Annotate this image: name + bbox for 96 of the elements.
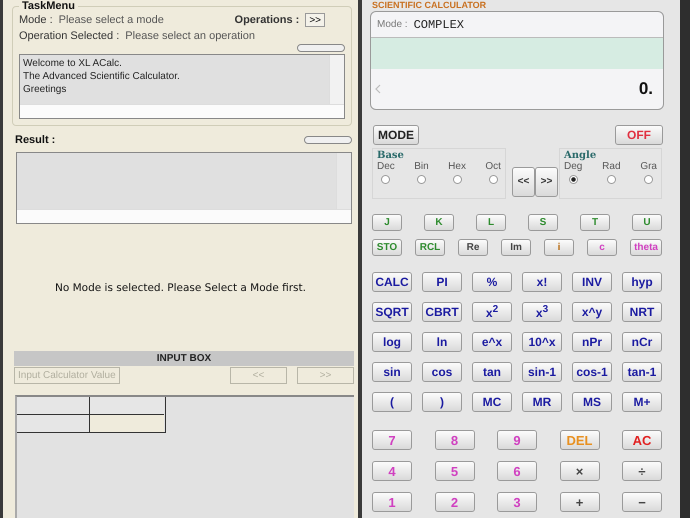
calculator-key[interactable]: ) [422, 392, 462, 412]
calculator-key[interactable]: cos-1 [572, 362, 612, 382]
operation-label: Operation Selected : [19, 30, 120, 42]
calculator-key[interactable]: tan-1 [622, 362, 662, 382]
off-button[interactable]: OFF [615, 125, 663, 145]
calculator-key[interactable]: INV [572, 272, 612, 292]
radio-button[interactable] [416, 175, 426, 184]
calculator-key[interactable]: hyp [622, 272, 662, 292]
calculator-key[interactable]: x^y [572, 302, 612, 322]
status-message: No Mode is selected. Please Select a Mode first. [54, 282, 306, 294]
calculator-key[interactable]: − [622, 492, 662, 512]
calculator-key[interactable]: × [560, 461, 600, 481]
input-grid[interactable] [15, 395, 354, 518]
radio-button[interactable] [606, 175, 616, 184]
vertical-scrollbar[interactable] [336, 153, 351, 209]
input-box-header: INPUT BOX [14, 351, 354, 366]
radio-button[interactable] [381, 175, 390, 184]
operations-button[interactable]: >> [305, 13, 325, 27]
calculator-key[interactable]: x! [522, 272, 562, 292]
result-box[interactable] [16, 152, 352, 224]
radio-button[interactable] [644, 175, 654, 184]
calculator-key[interactable]: CBRT [422, 302, 462, 322]
horizontal-scrollbar[interactable] [20, 104, 344, 118]
shift-button[interactable]: >> [535, 166, 558, 196]
mode-label: Mode : [377, 19, 408, 30]
grid-cell[interactable] [90, 397, 164, 415]
grid-cell[interactable] [17, 397, 90, 415]
log-line: Greetings [23, 83, 68, 96]
radio-button[interactable] [568, 175, 578, 184]
radio-option[interactable]: Hex [448, 161, 466, 184]
scroll-left-icon [375, 84, 381, 94]
result-label: Result : [15, 134, 56, 146]
log-line: The Advanced Scientific Calculator. [23, 70, 181, 83]
calculator-key[interactable]: CALC [372, 272, 412, 292]
operation-value: Please select an operation [125, 30, 255, 42]
calculator-key[interactable]: sin [372, 362, 412, 382]
calculator-key[interactable]: MC [472, 392, 512, 412]
calculator-key[interactable]: e^x [472, 332, 512, 352]
radio-option[interactable]: Bin [414, 161, 429, 184]
group-title: Angle [564, 150, 596, 161]
collapse-button[interactable] [297, 44, 345, 52]
calculator-key[interactable]: tan [472, 362, 512, 382]
calculator-key[interactable]: nCr [622, 332, 662, 352]
mode-label: Mode : [19, 14, 53, 26]
calculator-key[interactable]: L [476, 214, 506, 231]
calculator-key[interactable]: 10^x [522, 332, 562, 352]
display-value: 0. [638, 79, 653, 99]
calculator-key[interactable]: + [560, 492, 600, 512]
calculator-key[interactable]: log [372, 332, 412, 352]
calculator-key[interactable]: NRT [622, 302, 662, 322]
calculator-key[interactable]: T [580, 214, 610, 231]
panel-title: TaskMenu [21, 0, 76, 12]
calculator-key[interactable]: ln [422, 332, 462, 352]
calculator-key[interactable]: ÷ [622, 461, 662, 481]
calculator-key[interactable]: RCL [415, 239, 446, 256]
group-title: Base [377, 150, 404, 161]
operations-label: Operations : [234, 14, 300, 26]
radio-option[interactable]: Deg [564, 161, 582, 184]
radio-option[interactable]: Oct [485, 161, 501, 184]
calculator-key[interactable]: nPr [572, 332, 612, 352]
mode-button[interactable]: MODE [373, 125, 419, 145]
calculator-key[interactable]: K [424, 214, 454, 231]
shift-button[interactable]: << [512, 166, 535, 196]
log-line: Welcome to XL ACalc. [23, 57, 123, 70]
calculator-key[interactable]: M+ [622, 392, 662, 412]
calculator-key[interactable]: SQRT [372, 302, 412, 322]
grid-cell[interactable] [17, 415, 90, 432]
calculator-key[interactable]: Re [458, 239, 488, 256]
calculator-key[interactable]: STO [372, 239, 402, 256]
calculator-key[interactable]: J [372, 214, 402, 231]
calculator-key[interactable]: PI [422, 272, 462, 292]
calculator-key[interactable]: x$^{3}$ [522, 302, 562, 322]
radio-option[interactable]: Dec [377, 161, 395, 184]
calculator-key[interactable]: S [528, 214, 558, 231]
log-box[interactable]: Welcome to XL ACalc. The Advanced Scientific Calculator. Greetings [19, 54, 345, 119]
collapse-button[interactable] [304, 136, 352, 144]
calculator-key[interactable]: MR [522, 392, 562, 412]
grid-cell[interactable] [90, 415, 164, 432]
calculator-key[interactable]: ( [372, 392, 412, 412]
mode-value: Please select a mode [58, 14, 164, 26]
horizontal-scrollbar[interactable] [17, 209, 351, 223]
calculator-key[interactable]: U [632, 214, 662, 231]
calculator-title: SCIENTIFIC CALCULATOR [372, 0, 488, 10]
calculator-key[interactable]: x$^{2}$ [472, 302, 512, 322]
radio-option[interactable]: Gra [640, 161, 657, 184]
calculator-key[interactable]: sin-1 [522, 362, 562, 382]
radio-button[interactable] [488, 175, 498, 184]
calculator-key[interactable]: cos [422, 362, 462, 382]
radio-button[interactable] [452, 175, 462, 184]
vertical-scrollbar[interactable] [329, 55, 344, 104]
mode-value: COMPLEX [414, 18, 464, 32]
calculator-key[interactable]: MS [572, 392, 612, 412]
calculator-key[interactable]: % [472, 272, 512, 292]
radio-option[interactable]: Rad [602, 161, 621, 184]
calculator-key[interactable]: AC [622, 430, 662, 450]
calculator-key[interactable]: Im [501, 239, 532, 256]
